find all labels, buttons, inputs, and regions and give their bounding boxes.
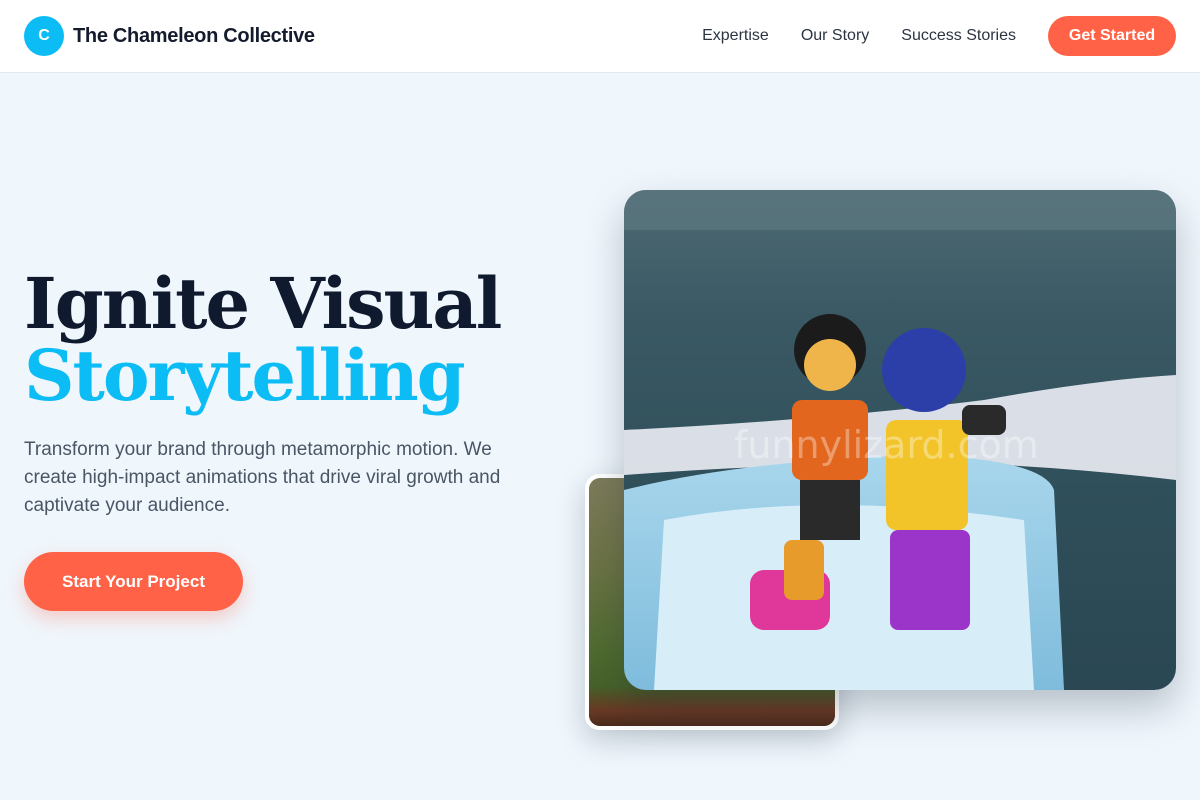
main-hero-image: funnylizard.com (624, 190, 1176, 690)
hero-title-line1: Ignite Visual (24, 262, 502, 345)
main-image-photo: funnylizard.com (624, 190, 1176, 690)
nav-link-our-story[interactable]: Our Story (801, 27, 869, 45)
hero-title: Ignite Visual Storytelling (24, 262, 502, 417)
nav-link-success-stories[interactable]: Success Stories (901, 27, 1016, 45)
start-project-button[interactable]: Start Your Project (24, 552, 243, 611)
main-nav: Expertise Our Story Success Stories Get … (702, 16, 1176, 56)
site-header: C The Chameleon Collective Expertise Our… (0, 0, 1200, 73)
nav-link-expertise[interactable]: Expertise (702, 27, 769, 45)
main-image-watermark: funnylizard.com (734, 423, 1039, 467)
hero-title-line2: Storytelling (24, 334, 466, 417)
brand[interactable]: C The Chameleon Collective (24, 16, 315, 56)
brand-logo[interactable]: C (24, 16, 64, 56)
hero-subtitle: Transform your brand through metamorphic… (24, 439, 501, 516)
get-started-button[interactable]: Get Started (1048, 16, 1176, 56)
brand-name[interactable]: The Chameleon Collective (73, 25, 315, 48)
